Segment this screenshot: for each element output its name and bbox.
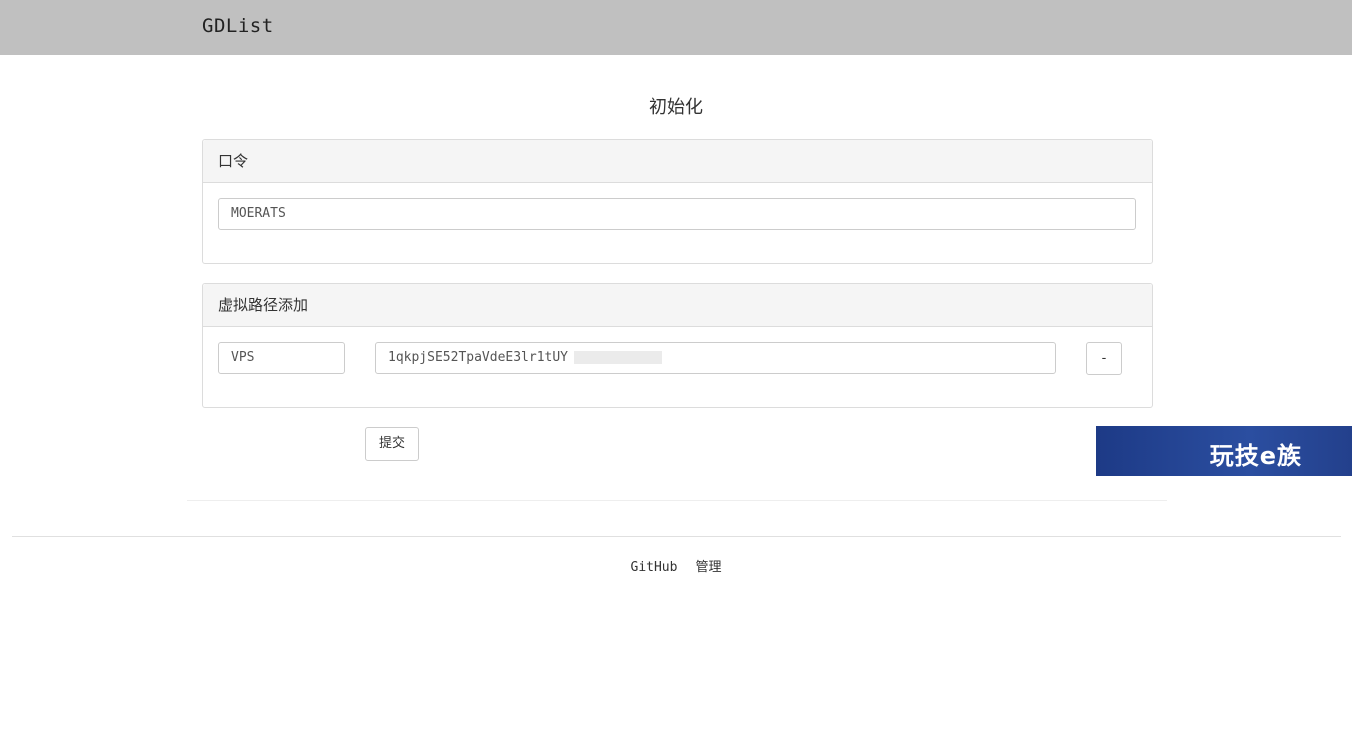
- remove-path-button[interactable]: -: [1086, 342, 1122, 375]
- footer-link-admin[interactable]: 管理: [695, 560, 721, 575]
- footer-link-github[interactable]: GitHub: [631, 560, 678, 575]
- content-divider: [187, 500, 1167, 501]
- brand-link[interactable]: GDList: [202, 15, 274, 37]
- virtual-path-panel: 虚拟路径添加 VPS 1qkpjSE52TpaVdeE3lr1tUY -: [202, 283, 1153, 408]
- watermark-banner: 玩技e族: [1096, 426, 1352, 476]
- drive-id-input[interactable]: 1qkpjSE52TpaVdeE3lr1tUY: [375, 342, 1056, 374]
- footer: GitHub 管理: [0, 556, 1352, 575]
- page-title: 初始化: [649, 97, 703, 118]
- drive-id-value: 1qkpjSE52TpaVdeE3lr1tUY: [388, 350, 569, 365]
- top-navbar: GDList: [0, 0, 1352, 55]
- submit-button[interactable]: 提交: [365, 427, 419, 461]
- password-panel-heading: 口令: [203, 140, 1152, 183]
- password-panel: 口令 MOERATS: [202, 139, 1153, 264]
- footer-divider: [12, 536, 1341, 537]
- path-name-input[interactable]: VPS: [218, 342, 345, 374]
- password-input[interactable]: MOERATS: [218, 198, 1136, 230]
- virtual-path-panel-heading: 虚拟路径添加: [203, 284, 1152, 327]
- redacted-area: [574, 351, 663, 364]
- watermark-text: 玩技e族: [1209, 442, 1302, 470]
